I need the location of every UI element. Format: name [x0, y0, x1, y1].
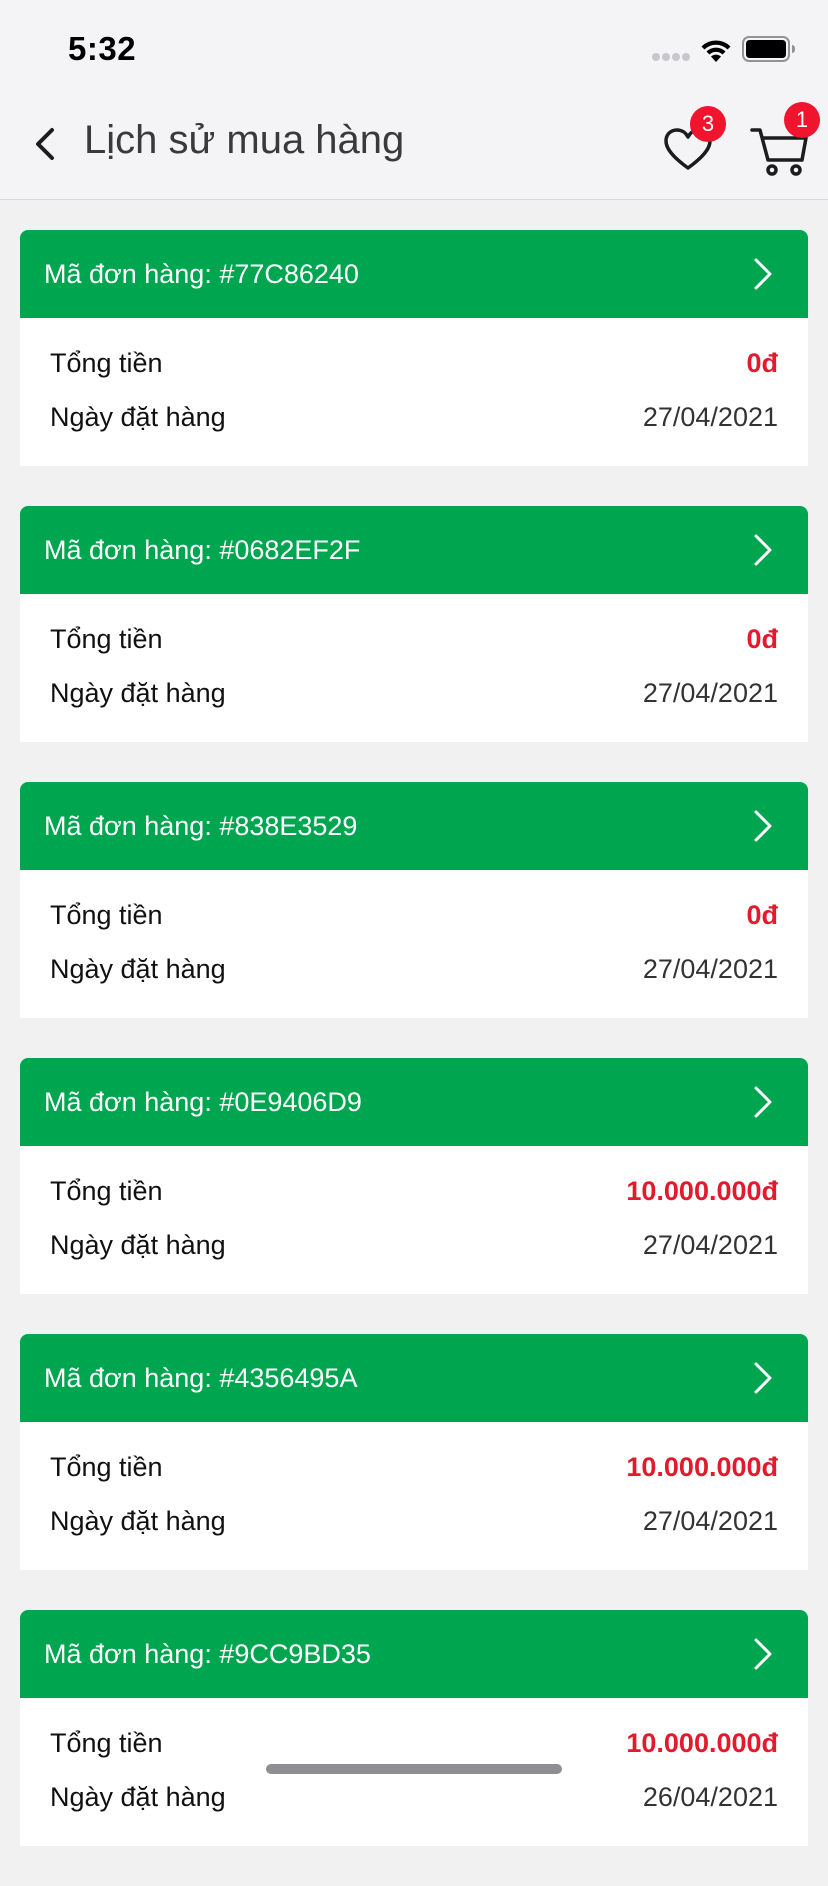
order-card[interactable]: Mã đơn hàng: #0E9406D9 Tổng tiền 10.000.…: [20, 1058, 808, 1294]
order-header[interactable]: Mã đơn hàng: #4356495A: [20, 1334, 808, 1422]
status-time: 5:32: [68, 30, 137, 67]
order-total-row: Tổng tiền 0đ: [50, 624, 778, 664]
order-date-label: Ngày đặt hàng: [50, 1506, 226, 1536]
order-total-value: 0đ: [746, 348, 778, 378]
order-total-row: Tổng tiền 10.000.000đ: [50, 1452, 778, 1492]
cart-button[interactable]: 1: [748, 102, 820, 180]
order-code: Mã đơn hàng: #77C86240: [44, 259, 359, 289]
order-header[interactable]: Mã đơn hàng: #9CC9BD35: [20, 1610, 808, 1698]
order-card[interactable]: Mã đơn hàng: #4356495A Tổng tiền 10.000.…: [20, 1334, 808, 1570]
order-code: Mã đơn hàng: #838E3529: [44, 811, 358, 841]
order-total-value: 10.000.000đ: [626, 1176, 778, 1206]
order-date-label: Ngày đặt hàng: [50, 1782, 226, 1812]
battery-icon: [742, 36, 795, 62]
order-date-value: 27/04/2021: [642, 678, 778, 708]
order-date-value: 27/04/2021: [642, 1230, 778, 1260]
order-date-label: Ngày đặt hàng: [50, 678, 226, 708]
order-date-label: Ngày đặt hàng: [50, 954, 226, 984]
order-date-label: Ngày đặt hàng: [50, 1230, 226, 1260]
order-header[interactable]: Mã đơn hàng: #77C86240: [20, 230, 808, 318]
order-header[interactable]: Mã đơn hàng: #0682EF2F: [20, 506, 808, 594]
wifi-icon: [701, 40, 731, 62]
nav-bar: Lịch sử mua hàng 3 1: [0, 88, 828, 200]
order-header[interactable]: Mã đơn hàng: #838E3529: [20, 782, 808, 870]
order-date-row: Ngày đặt hàng 27/04/2021: [50, 954, 778, 994]
order-list: Mã đơn hàng: #77C86240 Tổng tiền 0đ Ngày…: [20, 230, 808, 1886]
order-total-value: 10.000.000đ: [626, 1728, 778, 1758]
order-card[interactable]: Mã đơn hàng: #0682EF2F Tổng tiền 0đ Ngày…: [20, 506, 808, 742]
chevron-right-icon: [754, 1362, 772, 1394]
chevron-right-icon: [754, 258, 772, 290]
total-label: Tổng tiền: [50, 348, 163, 378]
order-date-row: Ngày đặt hàng 26/04/2021: [50, 1782, 778, 1822]
order-code: Mã đơn hàng: #4356495A: [44, 1363, 358, 1393]
back-button[interactable]: [22, 118, 66, 170]
order-card[interactable]: Mã đơn hàng: #838E3529 Tổng tiền 0đ Ngày…: [20, 782, 808, 1018]
order-code: Mã đơn hàng: #0E9406D9: [44, 1087, 362, 1117]
order-date-value: 26/04/2021: [642, 1782, 778, 1812]
page-title: Lịch sử mua hàng: [84, 118, 405, 162]
total-label: Tổng tiền: [50, 900, 163, 930]
order-date-row: Ngày đặt hàng 27/04/2021: [50, 402, 778, 442]
chevron-right-icon: [754, 810, 772, 842]
chevron-right-icon: [754, 1086, 772, 1118]
order-total-row: Tổng tiền 10.000.000đ: [50, 1728, 778, 1768]
status-bar: 5:32: [0, 0, 828, 88]
back-chevron-icon: [36, 128, 54, 160]
order-card[interactable]: Mã đơn hàng: #9CC9BD35 Tổng tiền 10.000.…: [20, 1610, 808, 1846]
order-total-value: 0đ: [746, 624, 778, 654]
order-total-row: Tổng tiền 0đ: [50, 348, 778, 388]
order-header[interactable]: Mã đơn hàng: #0E9406D9: [20, 1058, 808, 1146]
home-indicator[interactable]: [266, 1764, 562, 1774]
order-date-label: Ngày đặt hàng: [50, 402, 226, 432]
chevron-right-icon: [754, 534, 772, 566]
chevron-right-icon: [754, 1638, 772, 1670]
cart-badge: 1: [784, 102, 820, 138]
order-date-row: Ngày đặt hàng 27/04/2021: [50, 1230, 778, 1270]
total-label: Tổng tiền: [50, 1176, 163, 1206]
order-date-row: Ngày đặt hàng 27/04/2021: [50, 678, 778, 718]
order-code: Mã đơn hàng: #9CC9BD35: [44, 1639, 371, 1669]
wishlist-button[interactable]: 3: [660, 106, 726, 178]
order-total-value: 10.000.000đ: [626, 1452, 778, 1482]
total-label: Tổng tiền: [50, 1728, 163, 1758]
signal-icon: [652, 53, 692, 61]
total-label: Tổng tiền: [50, 1452, 163, 1482]
order-total-value: 0đ: [746, 900, 778, 930]
wishlist-badge: 3: [690, 106, 726, 142]
order-card[interactable]: Mã đơn hàng: #77C86240 Tổng tiền 0đ Ngày…: [20, 230, 808, 466]
order-total-row: Tổng tiền 0đ: [50, 900, 778, 940]
order-date-value: 27/04/2021: [642, 954, 778, 984]
order-code: Mã đơn hàng: #0682EF2F: [44, 535, 361, 565]
order-date-value: 27/04/2021: [642, 402, 778, 432]
total-label: Tổng tiền: [50, 624, 163, 654]
order-date-value: 27/04/2021: [642, 1506, 778, 1536]
order-date-row: Ngày đặt hàng 27/04/2021: [50, 1506, 778, 1546]
order-total-row: Tổng tiền 10.000.000đ: [50, 1176, 778, 1216]
